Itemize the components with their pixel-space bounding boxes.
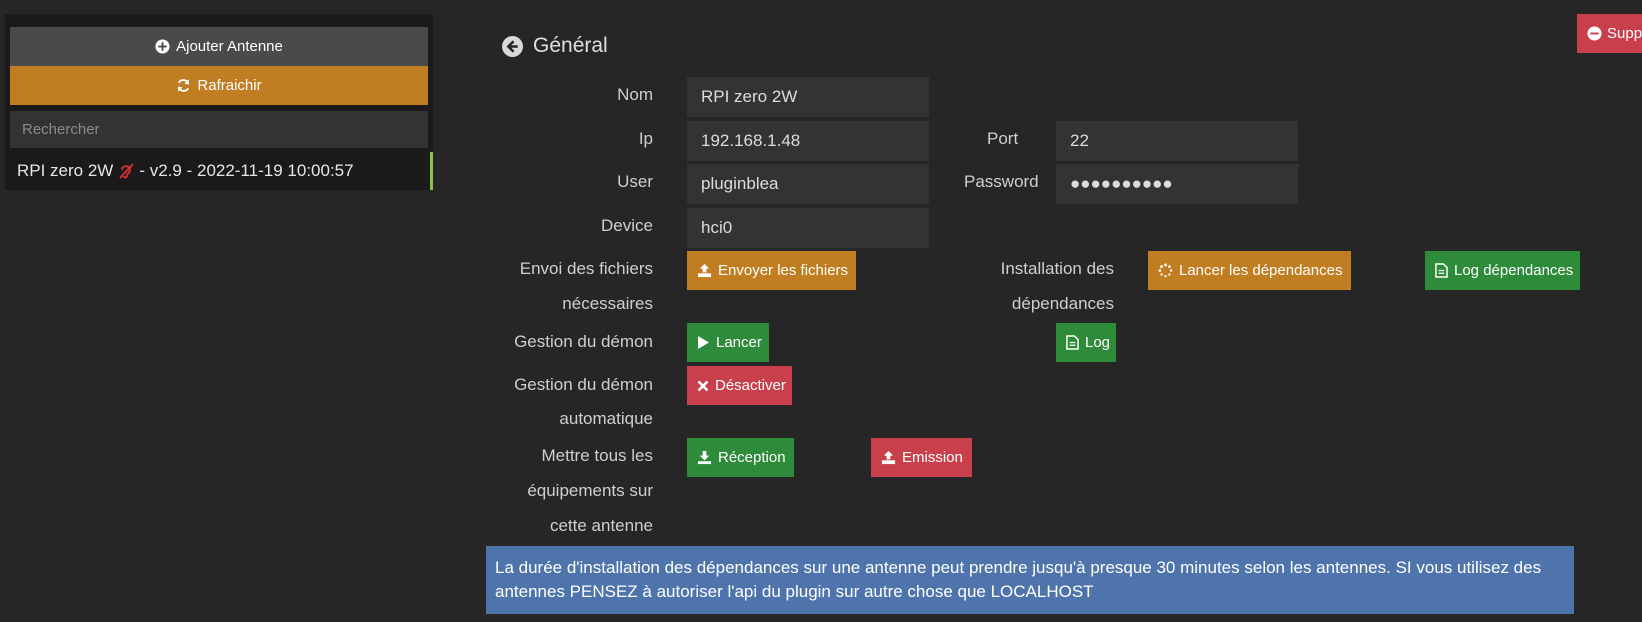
send-files-label-line2: nécessaires: [562, 294, 653, 313]
device-label: Device: [601, 216, 653, 235]
daemon-label: Gestion du démon: [514, 332, 653, 351]
reception-label: Réception: [718, 449, 786, 466]
port-field[interactable]: [1056, 121, 1298, 161]
antenna-name: RPI zero 2W: [17, 161, 114, 180]
deaf-icon: [117, 162, 135, 180]
refresh-button[interactable]: Rafraichir: [10, 66, 428, 105]
user-field[interactable]: [687, 164, 929, 204]
upload-icon: [881, 450, 896, 465]
antenna-list-item[interactable]: RPI zero 2W - v2.9 - 2022-11-19 10:00:57: [5, 152, 433, 190]
refresh-icon: [178, 79, 190, 92]
close-icon: [697, 380, 709, 391]
page: Ajouter Antenne Rafraichir RPI zero 2W -…: [0, 0, 1642, 622]
antenna-details: - v2.9 - 2022-11-19 10:00:57: [139, 161, 354, 180]
reception-button[interactable]: Réception: [687, 438, 794, 477]
nom-field[interactable]: [687, 77, 929, 117]
auto-daemon-label-line2: automatique: [559, 409, 653, 428]
log-deps-label: Log dépendances: [1454, 262, 1574, 279]
user-label: User: [617, 172, 653, 191]
disable-label: Désactiver: [715, 377, 786, 394]
ip-label: Ip: [638, 129, 653, 148]
disable-auto-daemon-button[interactable]: Désactiver: [687, 366, 792, 405]
file-text-icon: [1066, 335, 1079, 350]
daemon-log-button[interactable]: Log: [1056, 323, 1116, 362]
assign-all-label-line2: équipements sur: [527, 481, 653, 500]
password-label: Password: [964, 172, 1039, 191]
start-daemon-button[interactable]: Lancer: [687, 323, 769, 362]
device-field[interactable]: [687, 208, 929, 248]
plus-circle-icon: [155, 39, 170, 54]
upload-icon: [697, 263, 712, 278]
add-antenna-label: Ajouter Antenne: [176, 38, 283, 55]
play-icon: [698, 336, 709, 349]
install-deps-label-line1: Installation des: [1000, 259, 1114, 278]
assign-all-label-line1: Mettre tous les: [541, 446, 654, 465]
launch-deps-label: Lancer les dépendances: [1179, 262, 1343, 279]
emission-button[interactable]: Emission: [871, 438, 972, 477]
log-deps-button[interactable]: Log dépendances: [1425, 251, 1580, 290]
delete-button[interactable]: Supprimer: [1577, 14, 1642, 53]
send-files-label-line1: Envoi des fichiers: [519, 259, 653, 278]
refresh-label: Rafraichir: [197, 77, 262, 94]
password-field[interactable]: [1056, 164, 1298, 204]
page-title: Général: [533, 34, 608, 57]
port-label: Port: [987, 129, 1019, 148]
ip-field[interactable]: [687, 121, 929, 161]
add-antenna-button[interactable]: Ajouter Antenne: [10, 27, 428, 66]
download-icon: [697, 450, 712, 465]
file-text-icon: [1435, 263, 1448, 278]
search-input[interactable]: [10, 111, 428, 148]
spinner-icon: [1158, 263, 1173, 278]
send-files-label: Envoyer les fichiers: [718, 262, 849, 279]
delete-label: Supprimer: [1607, 25, 1642, 42]
install-deps-label-line2: dépendances: [1011, 294, 1114, 313]
daemon-log-label: Log: [1085, 334, 1111, 351]
nom-label: Nom: [617, 85, 653, 104]
info-alert: La durée d'installation des dépendances …: [486, 546, 1574, 614]
back-arrow-icon[interactable]: [502, 36, 523, 57]
auto-daemon-label-line1: Gestion du démon: [514, 375, 653, 394]
emission-label: Emission: [902, 449, 963, 466]
minus-circle-icon: [1587, 26, 1602, 41]
send-files-button[interactable]: Envoyer les fichiers: [687, 251, 856, 290]
antenna-sidebar: Ajouter Antenne Rafraichir RPI zero 2W -…: [5, 14, 433, 190]
start-daemon-label: Lancer: [716, 334, 762, 351]
launch-deps-button[interactable]: Lancer les dépendances: [1148, 251, 1351, 290]
assign-all-label-line3: cette antenne: [549, 516, 653, 535]
